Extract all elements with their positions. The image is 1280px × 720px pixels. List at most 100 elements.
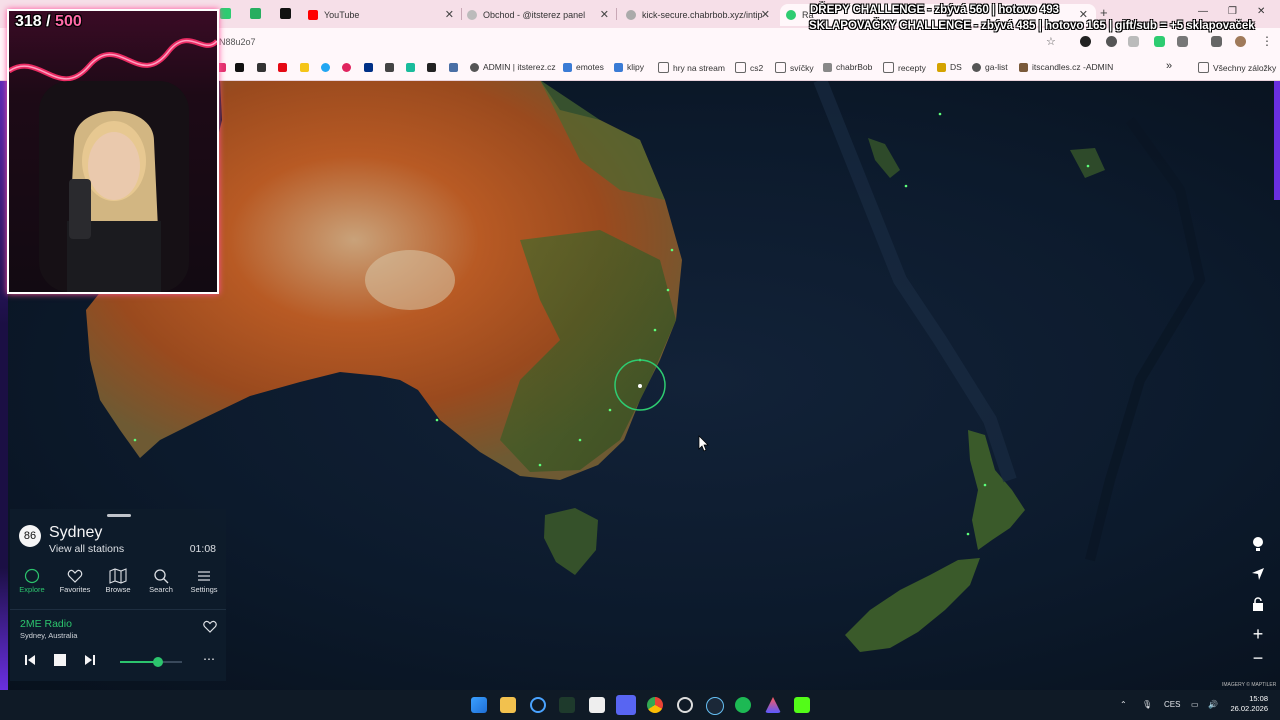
windows-start-icon[interactable] <box>471 697 487 713</box>
file-explorer-icon[interactable] <box>500 697 516 713</box>
bookmark-svicky[interactable]: svíčky <box>775 62 814 73</box>
next-icon[interactable] <box>84 654 96 666</box>
lock-icon[interactable] <box>1246 592 1270 616</box>
bookmark-icon-fio[interactable] <box>385 63 394 72</box>
bookmark-emotes[interactable]: emotes <box>563 62 604 72</box>
gradient-app-icon[interactable] <box>765 697 781 713</box>
bookmark-hry-na-stream[interactable]: hry na stream <box>658 62 725 73</box>
bookmark-icon-download[interactable] <box>427 63 436 72</box>
maximize-button[interactable]: ❐ <box>1228 6 1237 17</box>
volume-slider[interactable] <box>120 657 182 667</box>
locate-me-icon[interactable] <box>1246 562 1270 586</box>
address-url[interactable]: N88u2o7 <box>219 37 256 47</box>
close-icon[interactable]: ✕ <box>761 8 770 21</box>
all-bookmarks[interactable]: Všechny záložky <box>1198 62 1276 73</box>
bookmark-chabrbob[interactable]: chabrBob <box>823 62 872 72</box>
extension-icon-1[interactable] <box>1080 36 1091 47</box>
station-dot <box>904 184 908 188</box>
language-indicator[interactable]: CES <box>1164 700 1180 709</box>
shop-icon <box>467 10 477 20</box>
clock[interactable]: 15:08 26.02.2026 <box>1222 694 1268 714</box>
zoom-in-icon[interactable]: + <box>1246 622 1270 646</box>
nav-settings[interactable]: Settings <box>184 567 224 594</box>
nav-search[interactable]: Search <box>141 567 181 594</box>
bookmark-icon-red[interactable] <box>342 63 351 72</box>
bookmark-icon-teal[interactable] <box>406 63 415 72</box>
puzzle-icon[interactable] <box>1177 36 1188 47</box>
close-icon[interactable]: ✕ <box>600 8 609 21</box>
youtube-icon <box>308 10 318 20</box>
menu-dots-icon[interactable]: ⋮ <box>1261 34 1273 48</box>
capcut-icon[interactable] <box>589 697 605 713</box>
avatar[interactable] <box>1235 36 1246 47</box>
chrome-icon[interactable] <box>647 697 663 713</box>
map-icon <box>109 568 127 584</box>
close-window-button[interactable]: ✕ <box>1257 6 1265 17</box>
tab-obchod[interactable]: Obchod - @itsterez panel ✕ <box>467 4 609 26</box>
bookmark-icon-yellow[interactable] <box>300 63 309 72</box>
radio-panel: 86 Sydney View all stations 01:08 Explor… <box>10 509 226 681</box>
kick-icon[interactable] <box>794 697 810 713</box>
bookmark-icon-dark[interactable] <box>257 63 266 72</box>
tab-kick-secure[interactable]: kick-secure.chabrbob.xyz/intip ✕ <box>626 4 770 26</box>
bookmarks-overflow-chevron[interactable]: » <box>1166 60 1172 72</box>
tray-chevron-icon[interactable]: ⌃ <box>1120 700 1127 709</box>
challenge-line-1: DŘEPY CHALLENGE - zbývá 560 | hotovo 493 <box>810 4 1060 16</box>
bookmark-admin[interactable]: ADMIN | itsterez.cz <box>470 62 556 72</box>
nav-browse[interactable]: Browse <box>98 567 138 594</box>
bookmark-klipy[interactable]: klipy <box>614 62 644 72</box>
star-icon[interactable]: ☆ <box>1046 35 1057 48</box>
nav-favorites[interactable]: Favorites <box>55 567 95 594</box>
close-icon[interactable]: ✕ <box>445 8 454 21</box>
extension-icon-3[interactable] <box>1128 36 1139 47</box>
panel-drag-handle[interactable] <box>107 514 131 517</box>
extension-icon-4[interactable] <box>1154 36 1165 47</box>
obs-icon[interactable] <box>677 697 693 713</box>
spotify-icon[interactable] <box>735 697 751 713</box>
bookmark-icon-x[interactable] <box>235 63 244 72</box>
extension-icon-2[interactable] <box>1106 36 1117 47</box>
panel-divider <box>10 609 226 610</box>
excel-icon[interactable] <box>559 697 575 713</box>
tab-favicon-green-2 <box>250 8 261 19</box>
ccleaner-icon[interactable] <box>530 697 546 713</box>
bookmark-recepty[interactable]: recepty <box>883 62 926 73</box>
explore-icon <box>24 568 40 584</box>
microphone-icon[interactable]: 🎙 <box>1142 700 1152 709</box>
bookmark-ga-list[interactable]: ga-list <box>972 62 1008 72</box>
bookmark-cs2[interactable]: cs2 <box>735 62 763 73</box>
display-icon[interactable]: ▭ <box>1191 700 1199 709</box>
station-dot <box>538 463 542 467</box>
bookmark-page-icon <box>1019 62 1028 72</box>
new-tab-button[interactable]: + <box>1100 5 1108 20</box>
station-count-badge: 86 <box>19 525 41 547</box>
volume-knob[interactable] <box>153 657 164 667</box>
bookmark-ds[interactable]: DS <box>937 62 962 72</box>
tab-youtube[interactable]: YouTube ✕ <box>308 4 454 26</box>
bookmark-icon-blue[interactable] <box>321 63 330 72</box>
bookmark-icon-paypal[interactable] <box>364 63 373 72</box>
folder-icon <box>658 62 669 73</box>
sl-icon <box>563 62 572 72</box>
bookmark-icon-netflix[interactable] <box>278 63 287 72</box>
nav-explore[interactable]: Explore <box>12 567 52 594</box>
view-all-stations-link[interactable]: View all stations <box>49 543 124 555</box>
bookmark-icon-chart[interactable] <box>449 63 458 72</box>
bookmark-itscandles[interactable]: itscandles.cz -ADMIN <box>1019 62 1113 72</box>
minimize-button[interactable]: — <box>1198 6 1208 17</box>
globe-icon <box>626 10 636 20</box>
previous-icon[interactable] <box>24 654 36 666</box>
heart-icon <box>67 569 83 583</box>
favorite-heart-icon[interactable] <box>203 620 217 633</box>
more-options-icon[interactable]: ⋯ <box>203 652 215 666</box>
stop-icon[interactable] <box>54 654 66 666</box>
steam-icon[interactable] <box>706 697 724 715</box>
zoom-out-icon[interactable]: − <box>1246 646 1270 670</box>
volume-icon[interactable]: 🔊 <box>1208 700 1218 709</box>
discord-icon[interactable] <box>616 695 636 715</box>
media-icon[interactable] <box>1211 36 1222 47</box>
hot-air-balloon-icon[interactable] <box>1246 532 1270 556</box>
now-playing-location: Sydney, Australia <box>20 631 78 640</box>
now-playing-station[interactable]: 2ME Radio <box>20 618 72 630</box>
bookmark-page-icon <box>823 62 832 72</box>
